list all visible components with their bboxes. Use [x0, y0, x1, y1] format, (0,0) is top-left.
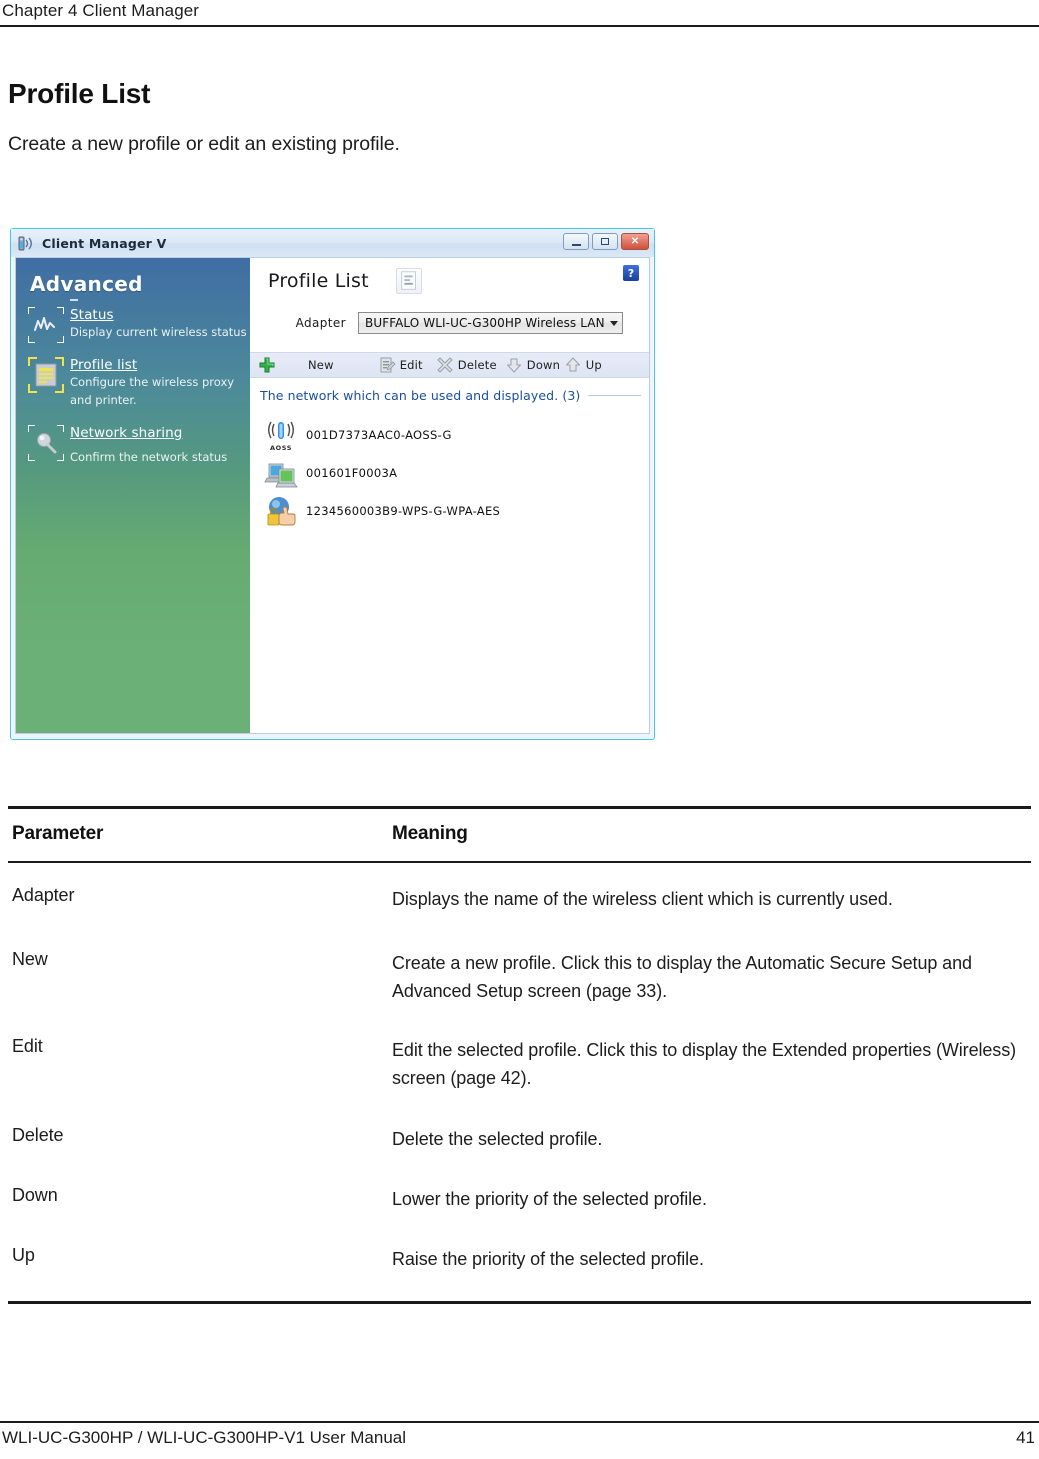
toolbar-delete-button[interactable]: Delete	[436, 353, 497, 377]
aoss-signal-icon: AOSS	[264, 418, 298, 452]
toolbar-edit-label: Edit	[399, 358, 423, 372]
network-name: 001601F0003A	[306, 466, 398, 480]
maximize-button[interactable]	[592, 233, 618, 250]
sidebar-item-status[interactable]: Status Display current wireless status	[28, 307, 250, 343]
parameter-table: Parameter Meaning Adapter Displays the n…	[8, 806, 1031, 1304]
table-row: Adapter Displays the name of the wireles…	[8, 863, 1031, 913]
header-rule	[0, 25, 1039, 27]
arrow-down-icon	[505, 356, 523, 374]
arrow-up-icon	[564, 356, 582, 374]
list-item[interactable]: 001601F0003A	[264, 454, 639, 492]
row-parameter: Edit	[12, 1036, 43, 1056]
running-head: Chapter 4 Client Manager	[2, 1, 200, 20]
client-manager-window: Client Manager V ✕ Advanced Status Displ…	[10, 228, 655, 740]
column-header-meaning: Meaning	[392, 823, 468, 844]
sidebar-item-status-desc: Display current wireless status	[70, 325, 247, 339]
table-row: Edit Edit the selected profile. Click th…	[8, 1005, 1031, 1092]
row-meaning: Edit the selected profile. Click this to…	[392, 1040, 1016, 1088]
table-bottom-rule	[8, 1301, 1031, 1304]
row-parameter: Down	[12, 1185, 58, 1205]
adapter-select[interactable]: BUFFALO WLI-UC-G300HP Wireless LAN Ad	[358, 312, 623, 334]
table-row: Delete Delete the selected profile.	[8, 1092, 1031, 1153]
list-item[interactable]: 1234560003B9-WPS-G-WPA-AES	[264, 492, 639, 530]
toolbar-edit-button[interactable]: Edit	[378, 353, 423, 377]
wps-secured-icon	[264, 494, 298, 528]
adapter-selected-value: BUFFALO WLI-UC-G300HP Wireless LAN Ad	[365, 316, 606, 330]
column-header-parameter: Parameter	[12, 823, 104, 844]
chevron-down-icon	[610, 320, 618, 326]
network-name: 001D7373AAC0-AOSS-G	[306, 428, 452, 442]
page-subtitle: Create a new profile or edit an existing…	[8, 133, 400, 155]
toolbar-new-label: New	[308, 358, 334, 372]
sidebar-item-profile-list-label[interactable]: Profile list	[70, 357, 250, 373]
row-parameter: Delete	[12, 1125, 64, 1145]
footer-page-number: 41	[1016, 1428, 1035, 1447]
list-item[interactable]: AOSS 001D7373AAC0-AOSS-G	[264, 416, 639, 454]
toolbar-up-button[interactable]: Up	[564, 353, 602, 377]
sidebar-heading: Advanced	[30, 272, 143, 296]
toolbar-new-button[interactable]: New	[258, 353, 334, 377]
adapter-row: Adapter BUFFALO WLI-UC-G300HP Wireless L…	[250, 312, 649, 334]
sidebar-item-profile-list[interactable]: Profile list Configure the wireless prox…	[28, 357, 250, 409]
client-manager-icon	[18, 235, 35, 252]
window-titlebar: Client Manager V ✕	[11, 229, 654, 257]
table-header-row: Parameter Meaning	[8, 809, 1031, 861]
row-meaning: Raise the priority of the selected profi…	[392, 1249, 704, 1269]
profile-list-document-icon	[396, 268, 422, 294]
row-parameter: New	[12, 949, 48, 969]
window-title: Client Manager V	[42, 235, 167, 251]
sidebar-item-network-sharing-desc: Confirm the network status	[70, 450, 228, 464]
profile-toolbar: New Edit Delete Down Up	[250, 352, 649, 378]
network-group-title: The network which can be used and displa…	[260, 388, 581, 403]
network-group-header: The network which can be used and displa…	[260, 388, 641, 403]
adapter-label: Adapter	[295, 316, 346, 330]
help-button[interactable]: ?	[623, 265, 639, 281]
edit-pencil-icon	[378, 356, 396, 374]
sidebar-item-network-sharing-label[interactable]: Network sharing	[70, 425, 227, 441]
table-row: New Create a new profile. Click this to …	[8, 913, 1031, 1005]
row-parameter: Adapter	[12, 885, 75, 905]
close-button[interactable]: ✕	[621, 233, 649, 250]
minimize-button[interactable]	[563, 233, 589, 250]
sidebar-divider-dash	[70, 299, 78, 301]
toolbar-up-label: Up	[585, 358, 602, 372]
profile-list-icon	[28, 357, 64, 393]
pane-title: Profile List	[268, 270, 369, 292]
table-row: Up Raise the priority of the selected pr…	[8, 1213, 1031, 1273]
sidebar-item-network-sharing[interactable]: Network sharing Confirm the network stat…	[28, 425, 250, 465]
row-meaning: Lower the priority of the selected profi…	[392, 1189, 707, 1209]
sidebar-item-profile-list-desc: Configure the wireless proxy and printer…	[70, 375, 235, 407]
delete-x-icon	[436, 356, 454, 374]
table-row: Down Lower the priority of the selected …	[8, 1153, 1031, 1213]
network-list: AOSS 001D7373AAC0-AOSS-G 001601F0003A 12…	[264, 416, 639, 530]
row-parameter: Up	[12, 1245, 35, 1265]
row-meaning: Create a new profile. Click this to disp…	[392, 953, 972, 1001]
window-controls: ✕	[563, 233, 649, 250]
toolbar-down-label: Down	[526, 358, 560, 372]
footer-rule	[0, 1421, 1039, 1423]
aoss-badge-label: AOSS	[269, 444, 293, 452]
toolbar-down-button[interactable]: Down	[505, 353, 560, 377]
toolbar-delete-label: Delete	[457, 358, 497, 372]
row-meaning: Delete the selected profile.	[392, 1129, 603, 1149]
plus-green-icon	[258, 356, 276, 374]
network-sharing-magnifier-icon	[28, 425, 64, 461]
sidebar-item-status-label[interactable]: Status	[70, 307, 247, 323]
footer-manual-name: WLI-UC-G300HP / WLI-UC-G300HP-V1 User Ma…	[2, 1428, 407, 1447]
page-title: Profile List	[8, 78, 151, 109]
network-name: 1234560003B9-WPS-G-WPA-AES	[306, 504, 501, 518]
sidebar: Advanced Status Display current wireless…	[16, 258, 250, 733]
row-meaning: Displays the name of the wireless client…	[392, 889, 893, 909]
status-waveform-icon	[28, 307, 64, 343]
adhoc-laptop-icon	[264, 456, 298, 490]
window-body: Advanced Status Display current wireless…	[15, 257, 650, 734]
content-pane: Profile List ? Adapter BUFFALO WLI-UC-G3…	[250, 258, 649, 733]
network-group-rule	[588, 395, 641, 396]
